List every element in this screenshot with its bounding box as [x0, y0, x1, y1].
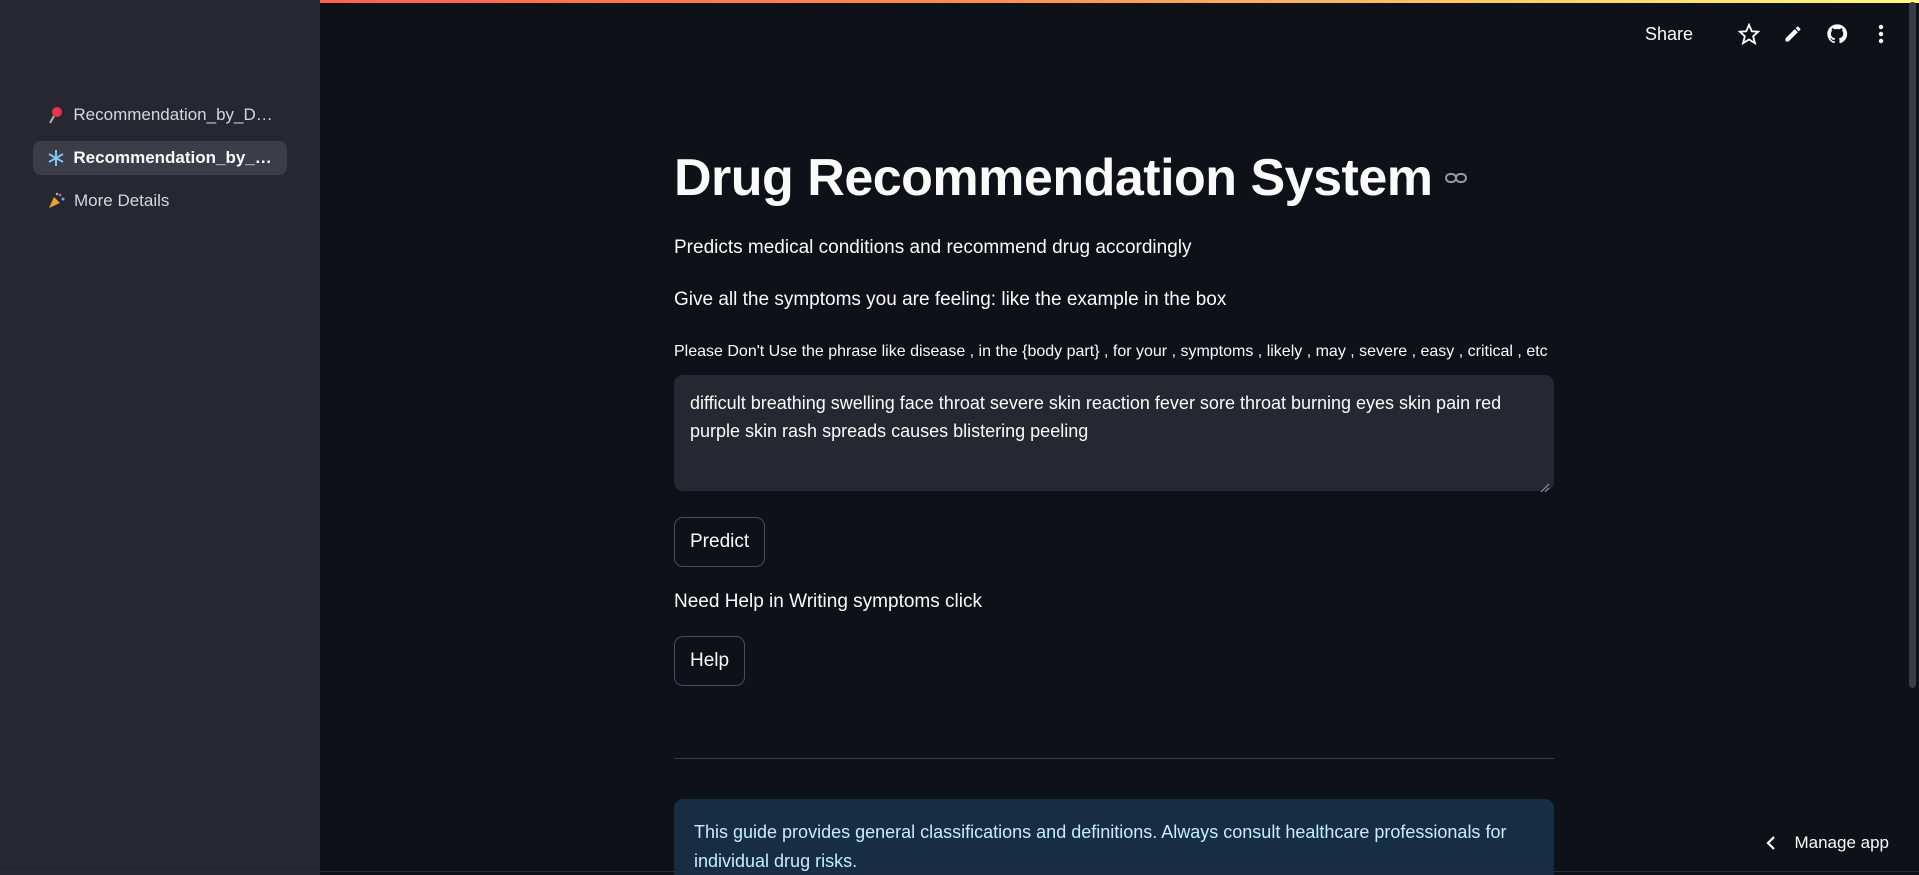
title-row: Drug Recommendation System — [674, 140, 1554, 216]
bottom-divider — [0, 871, 1919, 872]
resize-handle-icon[interactable] — [1540, 483, 1550, 493]
sidebar-item-more-details[interactable]: More Details — [33, 184, 287, 218]
sidebar-item-label: Recommendation_by_Drug — [73, 105, 274, 124]
sidebar-nav: Recommendation_by_Drug Recommendation_by… — [33, 98, 287, 227]
kebab-menu-icon[interactable] — [1869, 22, 1893, 46]
sidebar-item-recommendation-by-drug[interactable]: Recommendation_by_Drug — [33, 98, 287, 132]
sidebar-item-recommendation-by-symptoms[interactable]: Recommendation_by_S... — [33, 141, 287, 175]
link-icon[interactable] — [1444, 166, 1469, 190]
symptoms-input-wrapper: difficult breathing swelling face throat… — [674, 365, 1554, 496]
github-icon[interactable] — [1825, 22, 1849, 46]
main-content: Drug Recommendation System Predicts medi… — [674, 140, 1554, 875]
party-popper-icon — [46, 191, 66, 211]
snowflake-icon — [46, 148, 65, 168]
manage-app-button[interactable]: Manage app — [1766, 833, 1889, 853]
warning-text: Please Don't Use the phrase like disease… — [674, 343, 1548, 360]
symptoms-textarea[interactable]: difficult breathing swelling face throat… — [674, 375, 1554, 491]
predict-button[interactable]: Predict — [674, 517, 766, 567]
help-button[interactable]: Help — [674, 636, 746, 686]
info-alert: This guide provides general classificati… — [674, 799, 1554, 875]
chevron-left-icon — [1766, 835, 1776, 851]
page-title: Drug Recommendation System — [674, 149, 1433, 207]
sidebar-item-label: Recommendation_by_S... — [73, 148, 274, 167]
divider — [674, 758, 1554, 759]
edit-pencil-icon[interactable] — [1781, 22, 1805, 46]
pushpin-icon — [46, 105, 65, 125]
instruction-text: Give all the symptoms you are feeling: l… — [674, 289, 1227, 310]
manage-app-label: Manage app — [1794, 833, 1889, 852]
sidebar: Recommendation_by_Drug Recommendation_by… — [0, 0, 320, 875]
help-prompt-text: Need Help in Writing symptoms click — [674, 591, 982, 612]
share-button[interactable]: Share — [1645, 24, 1693, 45]
subtitle-text: Predicts medical conditions and recommen… — [674, 237, 1192, 258]
sidebar-item-label: More Details — [74, 191, 170, 210]
star-icon[interactable] — [1737, 22, 1761, 46]
header-toolbar: Share — [1645, 22, 1893, 46]
scrollbar[interactable] — [1909, 2, 1916, 688]
